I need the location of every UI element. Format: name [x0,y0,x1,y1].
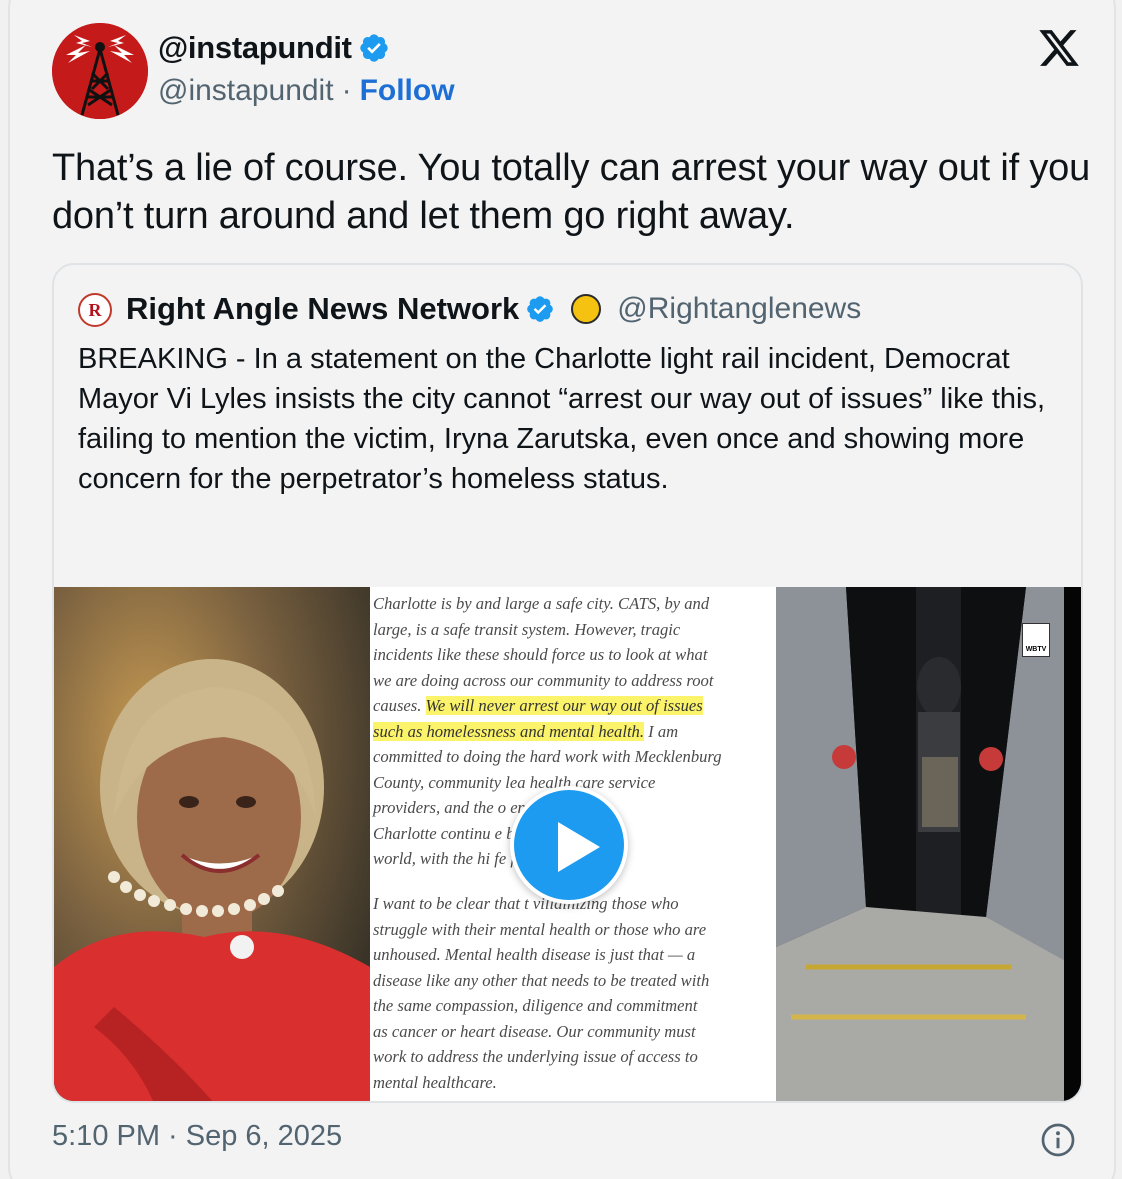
portrait-illustration [54,587,370,1101]
train-doors-illustration [776,587,1081,1101]
quoted-handle[interactable]: @Rightanglenews [617,292,861,326]
info-icon[interactable] [1040,1122,1076,1158]
doc-line: disease like any other that needs to be … [373,971,710,990]
train-camera-frame: WBTV [776,587,1081,1101]
doc-line: the same compassion, diligence and commi… [373,996,698,1015]
quoted-avatar-letter: R [88,299,102,320]
author-avatar[interactable] [52,23,148,119]
quoted-display-name[interactable]: Right Angle News Network [126,291,519,327]
author-name-text[interactable]: @instapundit [158,30,352,66]
quoted-header: Right Angle News Network @Rightanglenews [126,291,861,327]
tweet-text: That’s a lie of course. You totally can … [52,147,1090,237]
doc-line: incidents like these should force us to … [373,645,708,664]
doc-line: large, is a safe transit system. However… [373,620,681,639]
doc-line: causes. We will never arrest our way out… [373,693,775,719]
doc-line: mental healthcare. [373,1073,497,1092]
wbtv-watermark: WBTV [1022,623,1050,657]
author-handle[interactable]: @instapundit [158,74,334,108]
verified-badge-icon [527,296,554,322]
author-display-name[interactable]: @instapundit [158,30,390,66]
mayor-photo [54,587,370,1101]
tweet-timestamp[interactable]: 5:10 PM · Sep 6, 2025 [52,1120,342,1153]
doc-line: such as homelessness and mental health. … [373,719,775,745]
doc-line: as cancer or heart disease. Our communit… [373,1022,696,1041]
verified-badge-icon [360,34,388,62]
quoted-media[interactable]: Charlotte is by and large a safe city. C… [54,587,1081,1101]
follow-button[interactable]: Follow [360,74,455,108]
doc-highlight: We will never arrest our way out of issu… [425,696,703,715]
play-button[interactable] [510,786,628,904]
doc-line: we are doing across our community to add… [373,671,714,690]
doc-line: struggle with their mental health or tho… [373,920,707,939]
quoted-text: BREAKING - In a statement on the Charlot… [78,343,1046,495]
separator-dot: · [341,74,352,107]
doc-line: unhoused. Mental health disease is just … [373,945,696,964]
quoted-tweet[interactable]: R Right Angle News Network @Rightanglene… [52,263,1083,1103]
doc-line: committed to doing the hard work with Me… [373,747,722,766]
doc-text: causes. [373,696,426,715]
x-logo-icon[interactable] [1036,26,1082,70]
author-handle-line: @instapundit · Follow [158,74,455,108]
doc-line: work to address the underlying issue of … [373,1047,698,1066]
doc-text: I am [644,722,679,741]
yellow-circle-emoji-icon [571,294,602,324]
doc-highlight: such as homelessness and mental health. [373,722,645,741]
radio-tower-avatar-icon [52,23,148,119]
doc-line: Charlotte is by and large a safe city. C… [373,594,710,613]
quoted-avatar[interactable]: R [78,293,112,327]
